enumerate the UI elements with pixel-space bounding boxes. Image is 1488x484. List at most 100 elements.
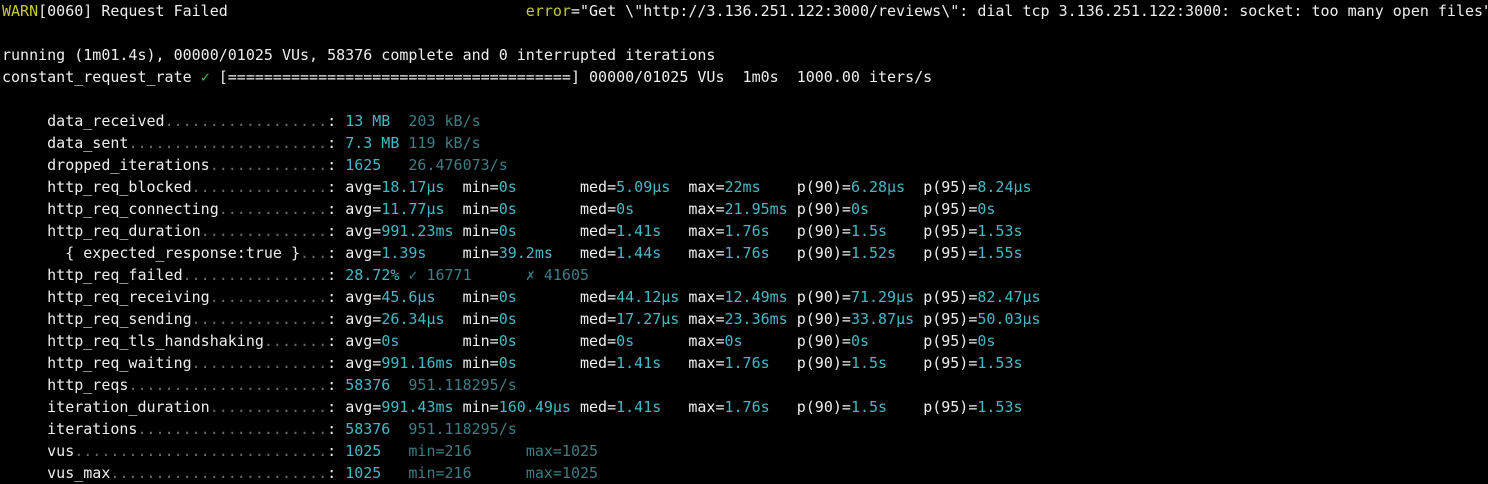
metric-indent (2, 288, 47, 306)
metric-value: 58376 (345, 376, 391, 394)
stat-label: p(95)= (923, 332, 978, 350)
stat-label: p(95)= (923, 288, 978, 306)
stat-gap (390, 112, 408, 130)
stat-value: 1.76s (724, 398, 770, 416)
warn-spacer (228, 2, 526, 20)
stat-label: max= (688, 222, 725, 240)
stat-value: 160.49µs (498, 398, 571, 416)
stat-label: max= (688, 244, 725, 262)
stat-gap (770, 244, 797, 262)
stat-value: 0s (850, 200, 869, 218)
metric-row: { expected_response:true }...: avg=1.39s… (2, 242, 1488, 264)
stat-gap (887, 222, 923, 240)
stat-label: avg= (345, 310, 382, 328)
metric-rate: 26.476073/s (408, 156, 508, 174)
warn-line: WARN[0060] Request Failed error="Get \"h… (2, 0, 1488, 22)
stat-gap (914, 310, 923, 328)
stat-gap (770, 354, 797, 372)
stat-label: p(90)= (796, 354, 851, 372)
metric-dots: ... (300, 244, 328, 262)
metric-indent (2, 354, 47, 372)
stat-label: max= (688, 200, 725, 218)
stat-value: 1.53s (977, 354, 1023, 372)
fail-count: ✗ 41605 (525, 266, 590, 284)
stat-gap (869, 332, 923, 350)
error-value: ="Get \"http://3.136.251.122:3000/review… (570, 2, 1488, 20)
metric-row: iteration_duration.............: avg=991… (2, 396, 1488, 418)
metric-row: http_req_failed................: 28.72% … (2, 264, 1488, 286)
stat-gap (869, 200, 923, 218)
metric-name: vus (47, 442, 75, 460)
stat-label: p(95)= (923, 244, 978, 262)
stat-value: 1.53s (977, 222, 1023, 240)
metric-value: 58376 (345, 420, 391, 438)
scenario-line: constant_request_rate ✓ [===============… (2, 66, 1488, 88)
stat-value: 0s (381, 332, 400, 350)
stat-gap (770, 222, 797, 240)
metric-colon: : (327, 222, 346, 240)
stat-label: p(90)= (796, 200, 851, 218)
stat-value: 991.23ms (381, 222, 454, 240)
stat-gap (517, 332, 580, 350)
metric-name: data_sent (47, 134, 129, 152)
stat-gap (788, 288, 797, 306)
stat-label: min= (462, 200, 499, 218)
metric-value: 13 MB (345, 112, 391, 130)
stat-gap (634, 332, 688, 350)
metric-indent (2, 200, 47, 218)
stat-gap (517, 288, 580, 306)
metric-row: data_sent......................: 7.3 MB … (2, 132, 1488, 154)
stat-gap (661, 354, 688, 372)
metric-name: iterations (47, 420, 138, 438)
stat-value: 1.41s (616, 354, 662, 372)
stat-label: p(95)= (923, 398, 978, 416)
metric-indent (2, 134, 47, 152)
stat-value: 82.47µs (977, 288, 1041, 306)
stat-label: avg= (345, 200, 382, 218)
metric-indent (2, 156, 47, 174)
metric-dots: ...................... (128, 134, 328, 152)
stat-value: 17.27µs (616, 310, 680, 328)
warn-code: [0060] (38, 2, 93, 20)
stat-label: max= (688, 398, 725, 416)
metric-name: http_req_waiting (47, 354, 192, 372)
metric-name: http_req_sending (47, 310, 192, 328)
metric-value: 28.72% (345, 266, 400, 284)
stat-gap (553, 244, 580, 262)
stat-label: p(90)= (796, 288, 851, 306)
metric-max: max=1025 (525, 464, 599, 482)
stat-gap (517, 200, 580, 218)
stat-label: avg= (345, 332, 382, 350)
metric-colon: : (327, 244, 346, 262)
stat-value: 0s (498, 354, 517, 372)
stat-value: 1.55s (977, 244, 1023, 262)
stat-gap (517, 178, 580, 196)
metric-min: min=216 (408, 464, 526, 482)
stat-value: 1.44s (616, 244, 662, 262)
stat-value: 6.28µs (850, 178, 906, 196)
metric-name: dropped_iterations (47, 156, 210, 174)
metric-dots: ............... (191, 178, 328, 196)
pass-count: ✓ 16771 (408, 266, 526, 284)
metric-colon: : (327, 464, 346, 482)
metric-indent (2, 442, 47, 460)
stat-label: min= (462, 310, 499, 328)
metric-value: 1025 (345, 464, 409, 482)
metric-row: http_req_sending...............: avg=26.… (2, 308, 1488, 330)
metric-dots: ..................... (137, 420, 328, 438)
warn-message: Request Failed (92, 2, 228, 20)
stat-label: p(90)= (796, 332, 851, 350)
metric-indent (2, 464, 47, 482)
stat-gap (788, 310, 797, 328)
stat-gap (887, 398, 923, 416)
metric-dots: ............... (191, 310, 328, 328)
error-key: error (525, 2, 571, 20)
metric-indent (2, 244, 47, 262)
stat-label: med= (580, 200, 617, 218)
metric-dots: ............ (218, 200, 328, 218)
stat-value: 1.5s (850, 398, 888, 416)
metric-row: http_req_waiting...............: avg=991… (2, 352, 1488, 374)
stat-gap (887, 354, 923, 372)
metric-value: 1625 (345, 156, 382, 174)
